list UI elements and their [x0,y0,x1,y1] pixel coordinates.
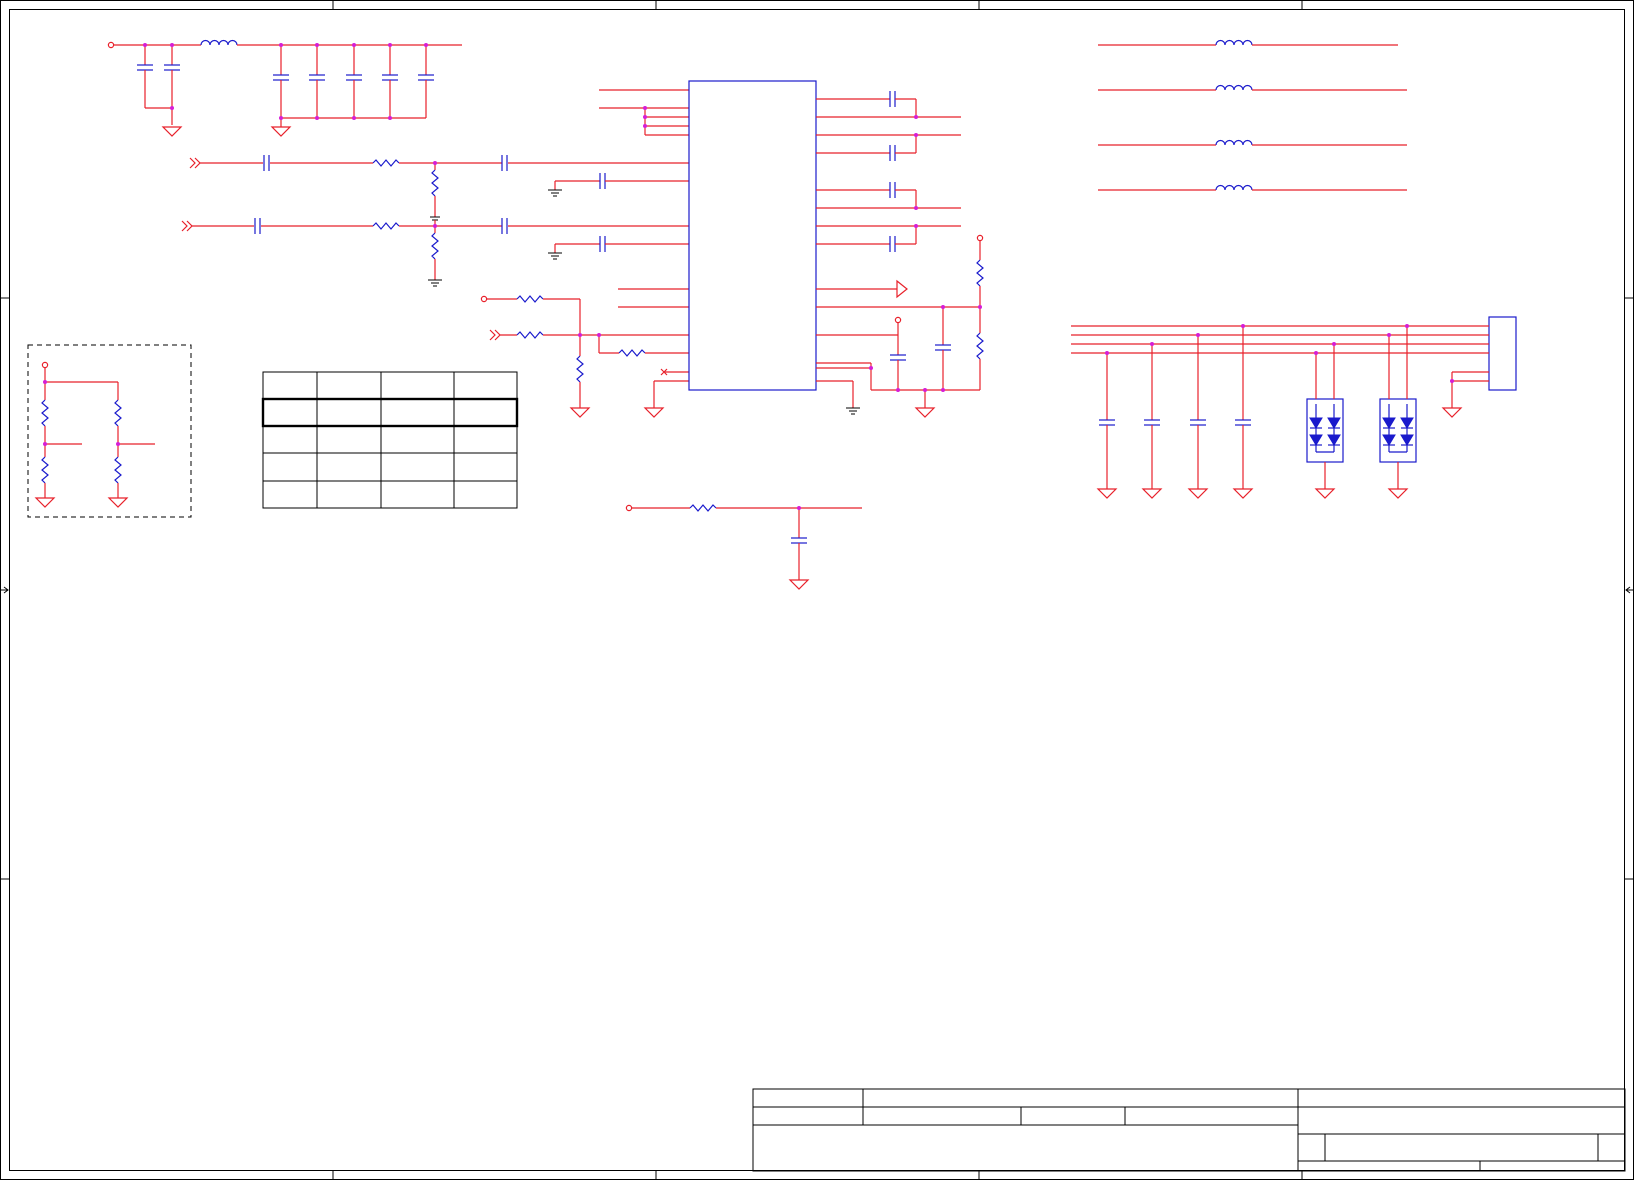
title-block [752,1088,1626,1172]
divider-resistor [41,456,49,484]
divider-resistor [114,456,122,484]
connector [1488,316,1517,391]
connector-esd-network [1071,316,1517,499]
series-resistor [618,349,646,357]
line-inductors [1098,39,1407,191]
series-resistor [516,331,544,339]
power-input-port [107,41,115,49]
ground-symbol [1096,488,1118,499]
input-signal-paths [181,89,689,418]
pullup-resistor [976,259,984,287]
sheet-frame [0,0,1634,1180]
schematic-sheet [0,0,1634,1180]
ground-symbol [1441,407,1463,418]
power-filter-network [107,39,462,137]
main-ic [688,80,817,391]
signal-input-arrow [489,329,501,341]
rc-filter [625,504,862,590]
output-arrow [896,279,908,299]
divider-resistor [114,399,122,427]
divider-resistor [41,399,49,427]
resistor-divider-box [27,344,192,518]
ground-symbol [107,497,129,508]
config-table [261,371,519,509]
ground-symbol [1232,488,1254,499]
shunt-resistor [576,355,584,383]
ground-symbol [1141,488,1163,499]
ground-symbol [270,126,292,137]
supply-port [976,234,984,242]
ground-symbol [34,497,56,508]
signal-input-arrow [189,157,201,169]
series-resistor [516,295,544,303]
ground-symbol [914,407,936,418]
supply-port [894,316,902,324]
control-port [480,295,488,303]
ground-symbol [1387,488,1409,499]
series-resistor [689,504,717,512]
ferrite-inductor [200,39,238,46]
signal-input-arrow [181,220,193,232]
shunt-resistor [431,232,439,260]
series-resistor [372,159,400,167]
shunt-resistor [431,169,439,197]
pulldown-resistor [976,332,984,360]
junction-dots [43,43,1454,510]
ground-symbol [161,126,183,137]
series-resistor [372,222,400,230]
ground-symbol [643,407,665,418]
ground-symbol [569,407,591,418]
ground-symbol [1314,488,1336,499]
ic-output-network [816,91,984,418]
signal-port [625,504,633,512]
supply-port [41,361,49,369]
ground-symbol [1187,488,1209,499]
ground-symbol [788,579,810,590]
selected-table-row [261,397,519,428]
